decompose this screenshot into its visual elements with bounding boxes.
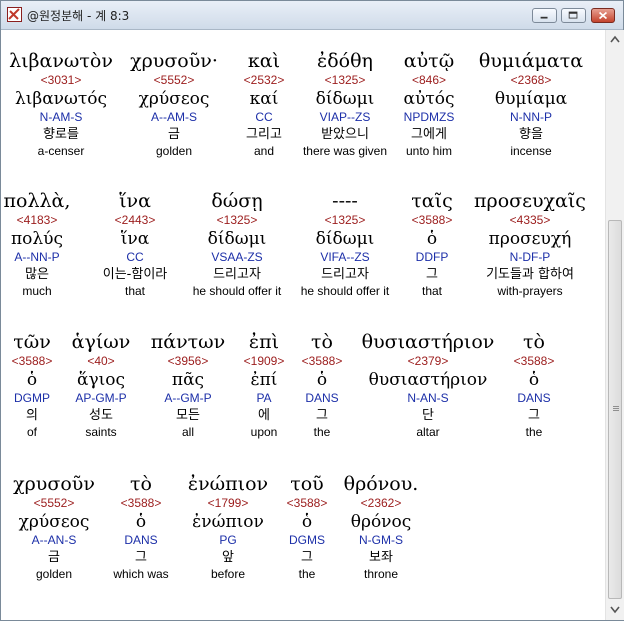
close-icon xyxy=(598,11,608,20)
strong-number: <2368> xyxy=(510,73,552,87)
lemma: προσευχή xyxy=(488,229,572,249)
strong-number: <4335> xyxy=(509,213,551,227)
parsing-code: N-NN-P xyxy=(510,110,552,124)
interlinear-content: λιβανωτὸν <3031> λιβανωτός N-AM-S 향로를 a-cense… xyxy=(1,30,605,620)
scrollbar-thumb[interactable] xyxy=(608,220,622,599)
scroll-up-icon[interactable] xyxy=(607,31,623,48)
app-icon xyxy=(7,7,22,22)
lemma: θρόνος xyxy=(350,512,412,532)
strong-number: <2362> xyxy=(360,496,402,510)
app-window: @원정분해 - 계 8:3 λιβανωτὸν <3031> λιβανωτός N-… xyxy=(0,0,624,621)
maximize-button[interactable] xyxy=(561,8,586,23)
lemma: θυμίαμα xyxy=(494,89,568,109)
close-button[interactable] xyxy=(591,8,615,23)
english-gloss: incense xyxy=(510,144,552,158)
parsing-code: N-DF-P xyxy=(509,250,551,264)
title-bar[interactable]: @원정분해 - 계 8:3 xyxy=(1,1,623,30)
word-block[interactable]: προσευχαῖς <4335> προσευχή N-DF-P 기도들과 합하여 wi… xyxy=(460,190,600,298)
scroll-down-icon[interactable] xyxy=(607,601,623,618)
parsing-code: DANS xyxy=(517,391,551,405)
window-title: @원정분해 - 계 8:3 xyxy=(27,9,130,23)
strong-number: <3588> xyxy=(513,354,555,368)
word-block[interactable]: θυμιάματα <2368> θυμίαμα N-NN-P 향을 incense xyxy=(461,50,601,158)
korean-gloss: 향을 xyxy=(519,127,543,142)
lemma: ὁ xyxy=(528,370,540,390)
vertical-scrollbar[interactable] xyxy=(605,30,624,620)
minimize-button[interactable] xyxy=(532,8,557,23)
word-block[interactable]: θρόνου. <2362> θρόνος N-GM-S 보좌 throne xyxy=(311,473,451,581)
word-block[interactable]: τὸ <3588> ὁ DANS 그 the xyxy=(464,331,604,439)
english-gloss: throne xyxy=(363,567,399,581)
korean-gloss: 기도들과 합하여 xyxy=(486,267,574,282)
greek-word: θρόνου. xyxy=(343,473,419,495)
korean-gloss: 그 xyxy=(528,408,540,423)
minimize-icon xyxy=(540,16,548,19)
english-gloss: the xyxy=(525,425,543,439)
english-gloss: with-prayers xyxy=(497,284,563,298)
greek-word: θυμιάματα xyxy=(478,50,584,72)
maximize-icon xyxy=(568,11,578,19)
greek-word: τὸ xyxy=(523,331,545,353)
parsing-code: N-GM-S xyxy=(359,533,403,547)
korean-gloss: 보좌 xyxy=(369,550,393,565)
greek-word: προσευχαῖς xyxy=(474,190,586,212)
